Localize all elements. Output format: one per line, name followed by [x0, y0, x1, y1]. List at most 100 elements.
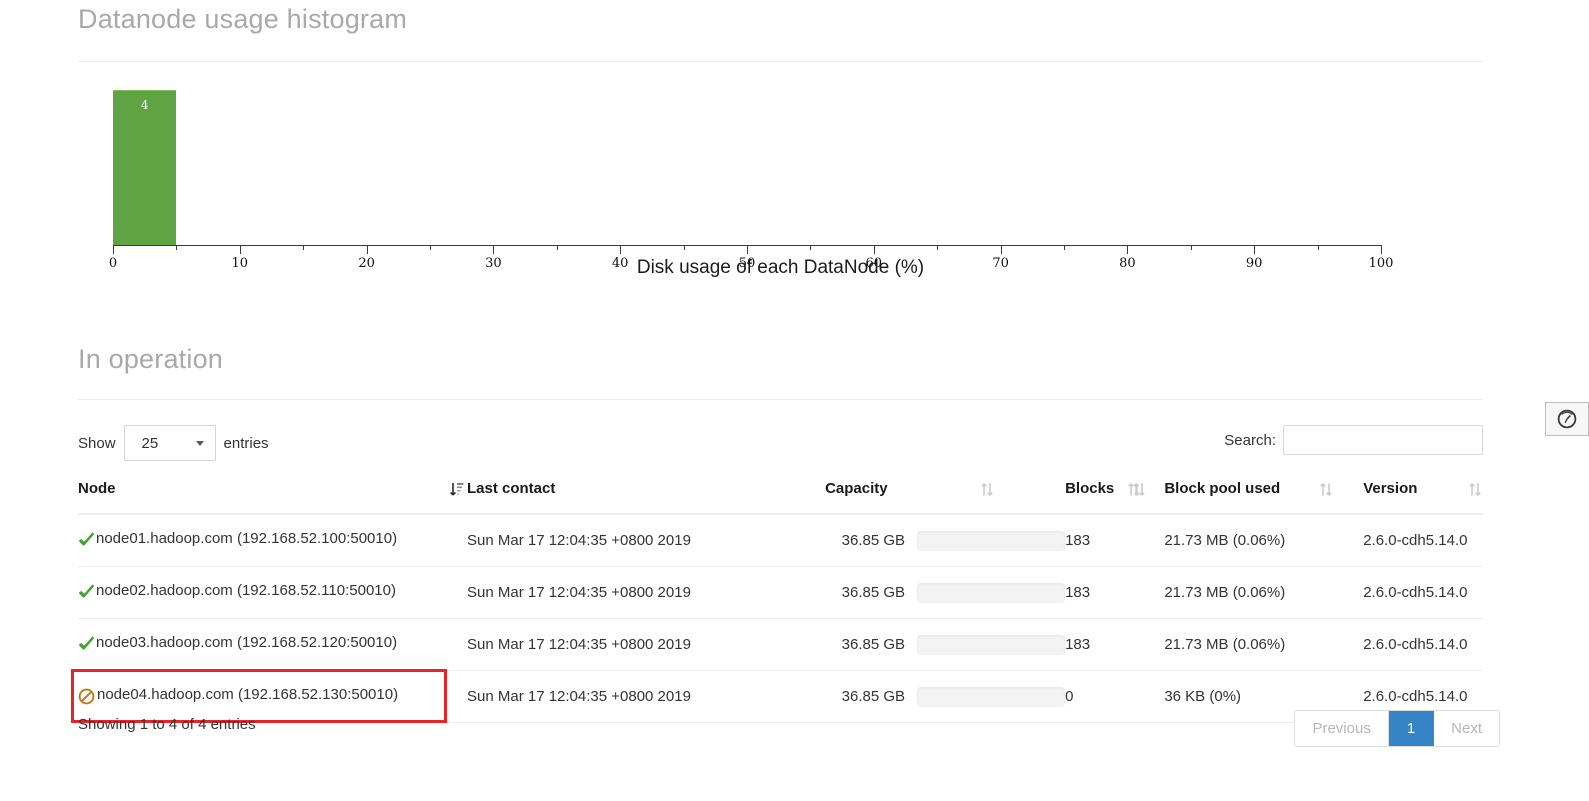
cell-block-pool-used: 21.73 MB (0.06%): [1164, 514, 1364, 567]
cell-version: 2.6.0-cdh5.14.0: [1363, 618, 1483, 671]
axis-tick-major: [620, 245, 622, 254]
col-header-blocks[interactable]: Blocks: [1065, 480, 1165, 515]
axis-tick-minor: [1064, 245, 1065, 250]
table-header-row: Node Last contact Capacity Blocks Block …: [78, 480, 1483, 515]
node-name: node01.hadoop.com (192.168.52.100:50010): [96, 530, 398, 547]
cell-blocks: 0: [1065, 670, 1165, 723]
table-body: node01.hadoop.com (192.168.52.100:50010)…: [78, 514, 1483, 723]
cell-last-contact: Sun Mar 17 12:04:35 +0800 2019: [467, 618, 826, 671]
axis-tick-major: [239, 245, 241, 254]
col-header-block-pool-used-label: Block pool used: [1164, 480, 1281, 497]
col-header-capacity-label: Capacity: [825, 480, 888, 497]
cell-node: node03.hadoop.com (192.168.52.120:50010): [78, 618, 467, 671]
search-label: Search:: [1224, 431, 1276, 449]
cell-last-contact: Sun Mar 17 12:04:35 +0800 2019: [467, 670, 826, 723]
axis-tick-major: [1127, 245, 1129, 254]
divider-top: [78, 61, 1483, 62]
axis-tick-major: [493, 245, 495, 254]
capacity-text: 36.85 GB: [841, 584, 906, 601]
cell-version: 2.6.0-cdh5.14.0: [1363, 566, 1483, 619]
capacity-text: 36.85 GB: [841, 688, 906, 705]
axis-tick-major: [366, 245, 368, 254]
col-header-last-contact[interactable]: Last contact: [467, 480, 1145, 515]
chevron-down-icon: [195, 441, 204, 446]
axis-tick-major: [747, 245, 748, 254]
pagination: Previous 1 Next: [1294, 710, 1500, 747]
col-header-last-contact-label: Last contact: [467, 480, 556, 497]
axis-tick-minor: [430, 245, 431, 250]
sort-amount-asc-icon[interactable]: [450, 482, 464, 497]
capacity-progress-track: [917, 530, 1066, 551]
table-info-text: Showing 1 to 4 of 4 entries: [78, 716, 256, 733]
capacity-progress-track: [917, 634, 1066, 655]
cell-capacity: 36.85 GB: [825, 618, 1066, 671]
table-row: node01.hadoop.com (192.168.52.100:50010)…: [78, 514, 1483, 567]
pagination-page-1[interactable]: 1: [1388, 711, 1435, 746]
table-controls: Show 25 entries Search:: [78, 425, 1483, 469]
pagination-next[interactable]: Next: [1434, 711, 1499, 746]
table-row: node04.hadoop.com (192.168.52.130:50010)…: [78, 670, 1483, 723]
cell-blocks: 183: [1065, 514, 1165, 567]
capacity-progress-track: [917, 582, 1066, 603]
axis-tick-minor: [1317, 245, 1319, 250]
histogram-bar-label: 4: [140, 98, 149, 112]
node-name: node04.hadoop.com (192.168.52.130:50010): [97, 686, 399, 703]
page-length-select[interactable]: 25: [123, 425, 216, 461]
in-operation-section-title: In operation: [78, 344, 224, 374]
check-icon: [78, 583, 95, 600]
gauge-icon: [1557, 409, 1577, 429]
cell-capacity: 36.85 GB: [825, 670, 1066, 723]
node-name: node03.hadoop.com (192.168.52.120:50010): [96, 634, 398, 651]
axis-tick-minor: [1190, 245, 1192, 250]
cell-blocks: 183: [1065, 618, 1165, 671]
axis-tick-minor: [303, 245, 305, 250]
cell-node: node02.hadoop.com (192.168.52.110:50010): [78, 566, 467, 619]
page-length-value: 25: [141, 434, 159, 452]
col-header-version[interactable]: Version: [1363, 480, 1483, 515]
col-header-capacity[interactable]: Capacity: [825, 480, 1066, 515]
table-head: Node Last contact Capacity Blocks Block …: [78, 480, 1483, 515]
cell-version: 2.6.0-cdh5.14.0: [1363, 514, 1483, 567]
axis-tick-minor: [683, 245, 685, 250]
cell-blocks: 183: [1065, 566, 1165, 619]
col-header-blocks-label: Blocks: [1065, 480, 1115, 497]
cell-node: node01.hadoop.com (192.168.52.100:50010): [78, 514, 467, 567]
sort-icon[interactable]: [1468, 482, 1482, 497]
cell-block-pool-used: 21.73 MB (0.06%): [1164, 566, 1364, 619]
histogram-plot-area: 4: [78, 75, 1483, 245]
table-row: node03.hadoop.com (192.168.52.120:50010)…: [78, 618, 1483, 671]
page-length-control: Show 25 entries: [78, 425, 269, 461]
check-icon: [78, 635, 95, 652]
check-icon: [78, 531, 95, 548]
axis-tick-minor: [937, 245, 939, 250]
cell-node: node04.hadoop.com (192.168.52.130:50010): [78, 670, 467, 723]
sort-icon[interactable]: [980, 482, 994, 497]
gauge-widget-button[interactable]: [1545, 402, 1589, 436]
sort-icon[interactable]: [1319, 482, 1333, 497]
axis-tick-major: [1381, 245, 1382, 254]
capacity-text: 36.85 GB: [841, 636, 906, 653]
cell-capacity: 36.85 GB: [825, 566, 1066, 619]
col-header-node[interactable]: Node: [78, 480, 467, 515]
node-name: node02.hadoop.com (192.168.52.110:50010): [96, 582, 396, 599]
axis-tick-major: [113, 245, 114, 254]
capacity-progress-track: [917, 686, 1066, 707]
axis-tick-minor: [810, 245, 812, 250]
divider-in-operation: [78, 399, 1483, 400]
col-header-block-pool-used[interactable]: Block pool used: [1164, 480, 1364, 515]
axis-tick-major: [1254, 245, 1256, 254]
sort-icon[interactable]: [1127, 482, 1141, 497]
axis-tick-minor: [176, 245, 178, 250]
col-header-node-label: Node: [78, 480, 116, 497]
entries-label: entries: [223, 434, 269, 452]
show-label: Show: [78, 434, 116, 452]
datanode-usage-histogram: 4 0 10 20 30 40 50 60 70 80 90 100 Disk usage of e…: [78, 75, 1483, 290]
col-header-version-label: Version: [1363, 480, 1418, 497]
table-row: node02.hadoop.com (192.168.52.110:50010)…: [78, 566, 1483, 619]
ban-icon: [78, 688, 95, 705]
search-control: Search:: [1224, 425, 1483, 455]
pagination-previous[interactable]: Previous: [1295, 711, 1389, 746]
datanode-page: Datanode usage histogram 4 0 10 20 30 40 50 60…: [0, 0, 1589, 801]
search-input[interactable]: [1283, 425, 1483, 455]
cell-block-pool-used: 21.73 MB (0.06%): [1164, 618, 1364, 671]
